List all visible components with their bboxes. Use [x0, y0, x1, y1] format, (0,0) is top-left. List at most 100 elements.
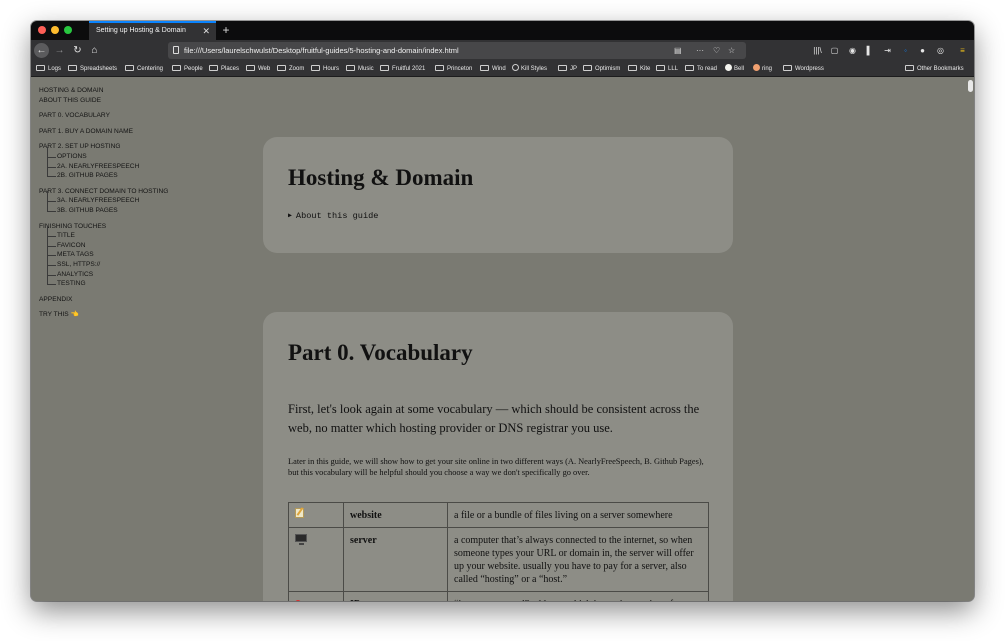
bookmark-item[interactable]: Fruitful 2021: [380, 61, 425, 77]
bookmark-label: Spreadsheets: [80, 66, 118, 72]
folder-icon: [277, 65, 286, 71]
toc-subitem[interactable]: ANALYTICS: [39, 264, 239, 280]
window-maximize-button[interactable]: [64, 26, 72, 34]
toc-item[interactable]: PART 1. BUY A DOMAIN NAME: [39, 127, 239, 137]
page-title: Hosting & Domain: [288, 165, 474, 190]
bookmark-item[interactable]: Music: [346, 61, 374, 77]
toc-item[interactable]: PART 2. SET UP HOSTING: [39, 142, 239, 152]
url-text[interactable]: file:///Users/laurelschwulst/Desktop/fru…: [184, 46, 459, 55]
definition-cell: a computer that’s always connected to th…: [447, 527, 709, 592]
tab-close-icon[interactable]: ✕: [202, 23, 210, 39]
library-icon[interactable]: |||\: [811, 43, 824, 58]
bookmark-item[interactable]: JP: [558, 61, 577, 77]
url-bar[interactable]: file:///Users/laurelschwulst/Desktop/fru…: [168, 42, 746, 59]
window-close-button[interactable]: [38, 26, 46, 34]
bookmark-label: JP: [570, 66, 578, 72]
bookmark-item[interactable]: Places: [209, 61, 239, 77]
bookmark-label: Centering: [137, 66, 164, 72]
extension-icon[interactable]: ●: [916, 43, 929, 58]
globe-icon: [512, 64, 519, 71]
bookmark-label: Logs: [48, 66, 62, 72]
toc-subitem[interactable]: FAVICON: [39, 235, 239, 251]
toc-subitem[interactable]: 3A. NEARLYFREESPEECH: [39, 191, 239, 206]
term-cell: website: [343, 502, 448, 528]
bookmark-label: ring: [762, 66, 773, 72]
sidebar-icon[interactable]: ▢: [828, 43, 841, 58]
toc-item[interactable]: TRY THIS 👈: [39, 310, 239, 320]
toc-subitem[interactable]: META TAGS: [39, 245, 239, 260]
folder-icon: [656, 65, 665, 71]
extension-icon[interactable]: ◎: [934, 43, 947, 58]
bookmark-star-icon[interactable]: ☆: [728, 42, 735, 59]
extension-icon[interactable]: ◦: [899, 43, 912, 58]
nav-toolbar: ← → ↻ ⌂ file:///Users/laurelschwulst/Des…: [31, 40, 974, 61]
page-actions-icon[interactable]: ···: [696, 42, 704, 59]
folder-icon: [558, 65, 567, 71]
disclosure-triangle-icon: ▶: [288, 212, 292, 219]
toc-item[interactable]: PART 3. CONNECT DOMAIN TO HOSTING: [39, 187, 239, 197]
bookmark-item[interactable]: Spreadsheets: [68, 61, 117, 77]
about-guide-summary: About this guide: [295, 211, 379, 221]
pocket-icon[interactable]: ♡: [713, 42, 720, 59]
tab-active[interactable]: Setting up Hosting & Domain ✕: [89, 21, 216, 40]
extension-icon[interactable]: ⇥: [881, 43, 894, 58]
bookmark-item[interactable]: LLL: [656, 61, 678, 77]
toc-subitem[interactable]: TESTING: [39, 274, 239, 289]
toc-subitem[interactable]: SSL, HTTPS://: [39, 255, 239, 270]
bookmarks-bar: Logs Spreadsheets Centering People Place…: [31, 61, 974, 77]
about-guide-toggle[interactable]: ▶ About this guide: [288, 211, 378, 221]
bookmark-label: Bell: [734, 66, 745, 72]
window-minimize-button[interactable]: [51, 26, 59, 34]
bookmark-item[interactable]: To read: [685, 61, 717, 77]
bookmark-label: To read: [697, 66, 718, 72]
ring-icon: [753, 64, 760, 71]
memo-icon: [295, 508, 304, 518]
scrollbar[interactable]: [966, 78, 974, 601]
toc-subitem[interactable]: 3B. GITHUB PAGES: [39, 201, 239, 216]
toc-item[interactable]: FINISHING TOUCHES: [39, 222, 239, 232]
bookmark-label: Web: [258, 66, 271, 72]
toc-item[interactable]: ABOUT THIS GUIDE: [39, 96, 239, 106]
account-icon[interactable]: ◉: [846, 43, 859, 58]
bookmark-item[interactable]: Logs: [36, 61, 61, 77]
bookmark-item[interactable]: People: [172, 61, 203, 77]
bookmark-item[interactable]: Bell: [725, 61, 744, 77]
toc-subitem[interactable]: TITLE: [39, 226, 239, 241]
reload-button[interactable]: ↻: [70, 43, 85, 58]
bookmark-item[interactable]: Kill Styles: [512, 61, 547, 77]
toc-item[interactable]: PART 0. VOCABULARY: [39, 111, 239, 121]
bookmark-item[interactable]: Wordpress: [783, 61, 824, 77]
shield-icon[interactable]: ▌: [863, 43, 876, 58]
bookmark-item[interactable]: ring: [753, 61, 772, 77]
header-card: Hosting & Domain ▶ About this guide: [263, 137, 733, 253]
toc-item[interactable]: HOSTING & DOMAIN: [39, 86, 239, 96]
folder-icon: [36, 65, 45, 71]
bookmark-item[interactable]: Optimism: [583, 61, 620, 77]
table-of-contents: HOSTING & DOMAIN ABOUT THIS GUIDE PART 0…: [39, 86, 239, 320]
other-bookmarks[interactable]: Other Bookmarks: [905, 61, 964, 77]
bookmark-item[interactable]: Kite: [628, 61, 650, 77]
page-viewport: HOSTING & DOMAIN ABOUT THIS GUIDE PART 0…: [31, 78, 974, 601]
toc-item[interactable]: APPENDIX: [39, 295, 239, 305]
bookmark-item[interactable]: Princeton: [435, 61, 472, 77]
toc-subitem[interactable]: 2B. GITHUB PAGES: [39, 166, 239, 181]
definition-cell: a file or a bundle of files living on a …: [447, 502, 709, 528]
menu-icon[interactable]: ≡: [956, 43, 969, 58]
folder-icon: [172, 65, 181, 71]
toc-subitem[interactable]: OPTIONS: [39, 147, 239, 162]
bookmark-item[interactable]: Wind: [480, 61, 506, 77]
bookmark-item[interactable]: Centering: [125, 61, 163, 77]
scrollbar-thumb[interactable]: [968, 80, 973, 92]
new-tab-button[interactable]: +: [219, 21, 233, 40]
toc-subitem[interactable]: 2A. NEARLYFREESPEECH: [39, 156, 239, 172]
bookmark-label: Zoom: [289, 66, 305, 72]
forward-button[interactable]: →: [52, 43, 67, 58]
bookmark-item[interactable]: Zoom: [277, 61, 304, 77]
back-button[interactable]: ←: [34, 43, 49, 58]
bookmark-label: Kill Styles: [521, 66, 548, 72]
folder-icon: [583, 65, 592, 71]
bookmark-item[interactable]: Hours: [311, 61, 339, 77]
bookmark-item[interactable]: Web: [246, 61, 270, 77]
home-button[interactable]: ⌂: [87, 43, 102, 58]
reader-view-icon[interactable]: ▤: [674, 42, 682, 59]
